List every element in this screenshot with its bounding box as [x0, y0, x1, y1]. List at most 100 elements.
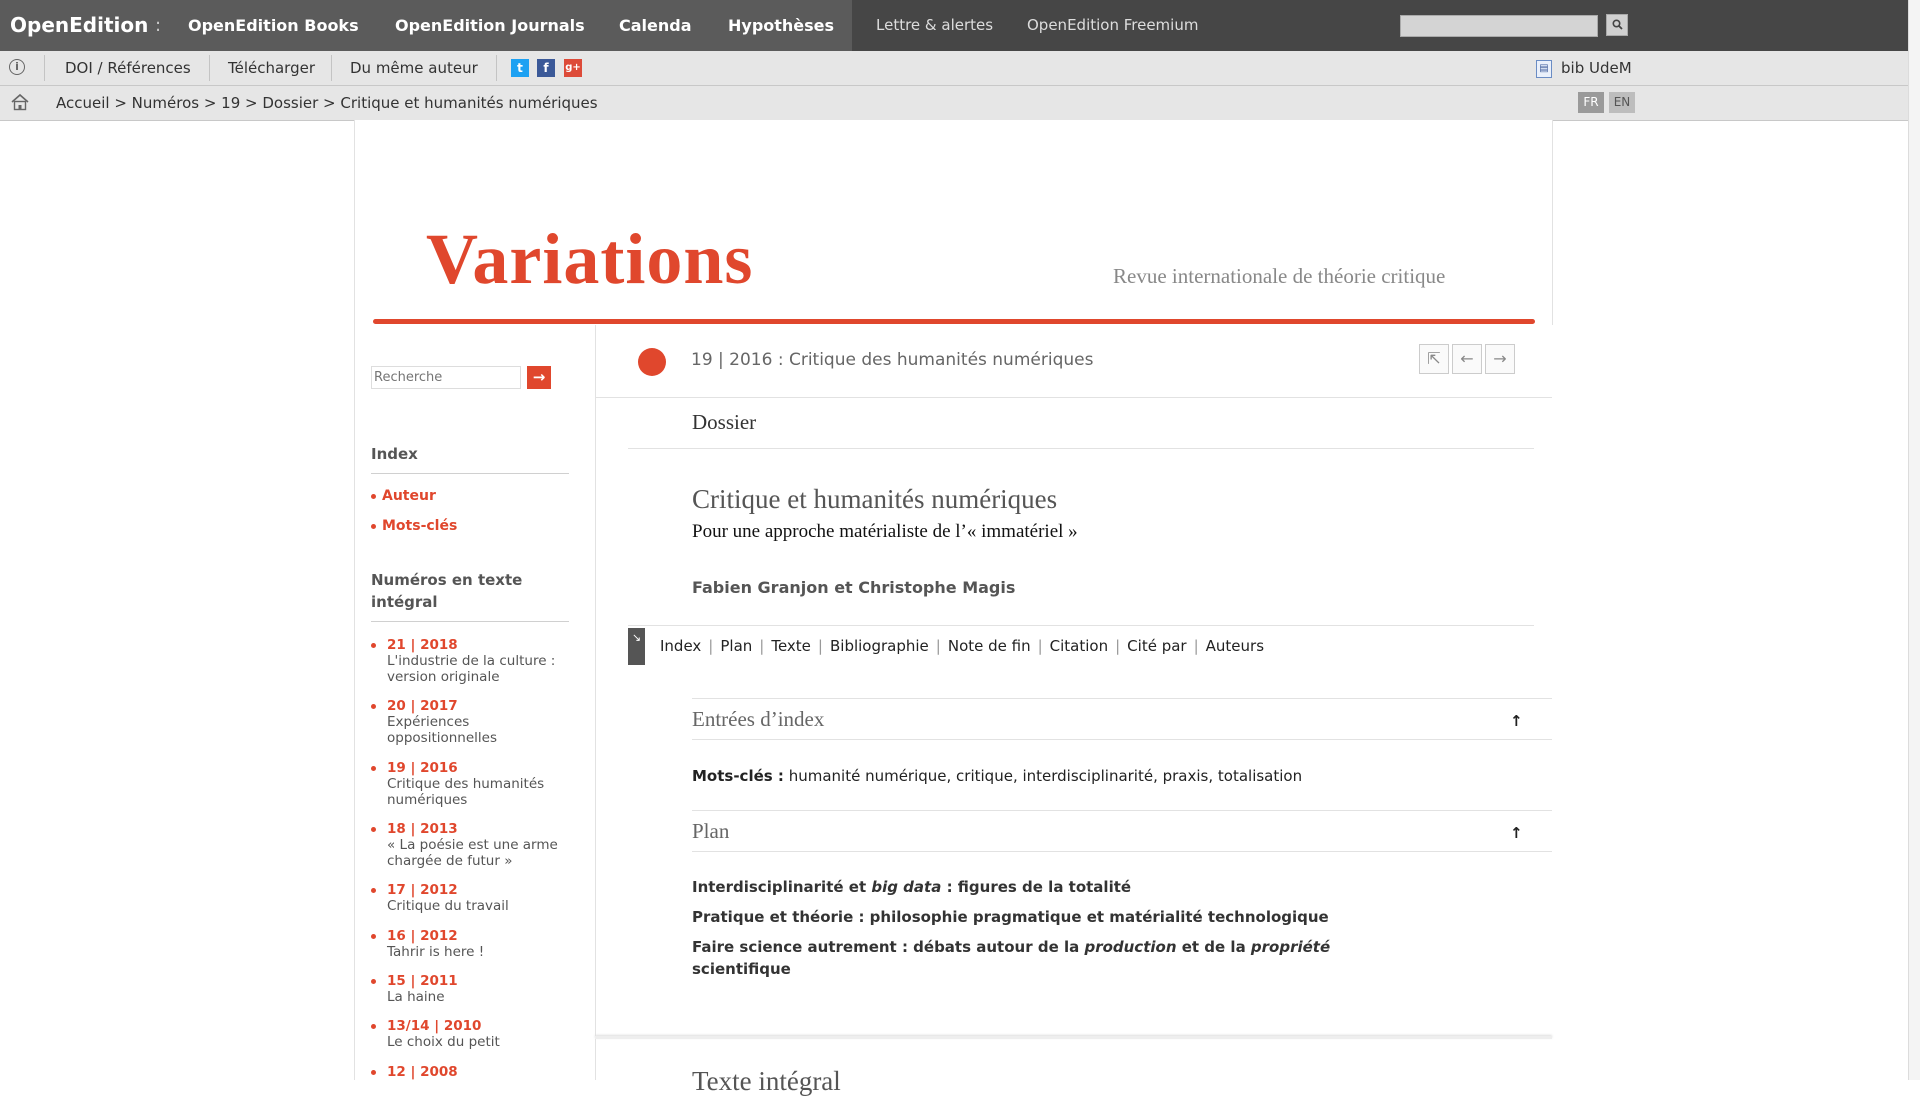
- next-article-button[interactable]: →: [1485, 344, 1515, 374]
- bullet-icon: [371, 1070, 376, 1075]
- journal-search-input[interactable]: [371, 366, 521, 389]
- brand-separator: :: [155, 15, 162, 36]
- bullet-icon: [371, 493, 376, 499]
- toc-index[interactable]: Index: [660, 637, 701, 655]
- lang-en-button[interactable]: EN: [1609, 92, 1635, 113]
- openedition-logo[interactable]: OpenEdition: [10, 0, 148, 51]
- toc-note-de-fin[interactable]: Note de fin: [948, 637, 1031, 655]
- divider: [595, 397, 1552, 398]
- divider: [628, 625, 1534, 626]
- section-label[interactable]: Dossier: [692, 410, 756, 435]
- bullet-icon: [371, 643, 376, 648]
- breadcrumb-bar: Accueil > Numéros > 19 > Dossier > Criti…: [0, 86, 1908, 121]
- scrollbar[interactable]: [1908, 0, 1920, 1080]
- divider: [331, 55, 332, 81]
- twitter-icon[interactable]: t: [511, 59, 529, 77]
- search-submit-button[interactable]: →: [527, 366, 551, 389]
- article-subtitle: Pour une approche matérialiste de l’« im…: [692, 521, 1078, 542]
- issue-link-17[interactable]: 17 | 2012 Critique du travail: [371, 882, 569, 914]
- facebook-icon[interactable]: f: [537, 59, 555, 77]
- keywords-line: Mots-clés : humanité numérique, critique…: [692, 767, 1302, 785]
- toc-auteurs[interactable]: Auteurs: [1206, 637, 1264, 655]
- issue-link-12[interactable]: 12 | 2008: [371, 1064, 569, 1080]
- issue-link-19[interactable]: 19 | 2016 Critique des humanités numériq…: [371, 760, 569, 808]
- issue-link-20[interactable]: 20 | 2017 Expériences oppositionnelles: [371, 698, 569, 746]
- plan-heading: Plan: [692, 819, 730, 843]
- bullet-icon: [371, 827, 376, 832]
- keywords-list[interactable]: humanité numérique, critique, interdisci…: [789, 767, 1302, 785]
- divider: [692, 851, 1552, 852]
- toc-toggle-button[interactable]: ↘: [628, 628, 645, 665]
- toc-plan[interactable]: Plan: [720, 637, 752, 655]
- toc-texte[interactable]: Texte: [771, 637, 811, 655]
- issue-title[interactable]: 19 | 2016 : Critique des humanités numér…: [691, 350, 1093, 370]
- bullet-icon: [371, 979, 376, 984]
- topbar-secondary-area: [852, 0, 1908, 51]
- previous-article-button[interactable]: ←: [1452, 344, 1482, 374]
- bullet-icon: [371, 523, 376, 529]
- search-button[interactable]: [1606, 14, 1628, 36]
- index-link-mots-cles[interactable]: Mots-clés: [371, 518, 457, 534]
- collapse-arrow-icon[interactable]: ↑: [1510, 712, 1523, 730]
- index-entries-heading: Entrées d’index: [692, 707, 825, 731]
- back-to-issue-button[interactable]: ⇱: [1419, 344, 1449, 374]
- issue-link-16[interactable]: 16 | 2012 Tahrir is here !: [371, 928, 569, 960]
- magnifier-icon: [1611, 19, 1623, 30]
- nav-hypotheses[interactable]: Hypothèses: [728, 0, 834, 51]
- divider: [692, 698, 1552, 699]
- section-separator: [595, 1036, 1552, 1039]
- collapse-arrow-icon[interactable]: ↑: [1510, 824, 1523, 842]
- divider: [496, 55, 497, 81]
- nav-openedition-books[interactable]: OpenEdition Books: [188, 0, 359, 51]
- googleplus-icon[interactable]: g+: [564, 59, 582, 77]
- download-button[interactable]: Télécharger: [228, 51, 315, 85]
- issue-link-18[interactable]: 18 | 2013 « La poésie est une arme charg…: [371, 821, 569, 869]
- header-divider: [373, 319, 1535, 324]
- divider: [692, 739, 1552, 740]
- bullet-icon: [371, 1024, 376, 1029]
- article-toc-bar: Index | Plan | Texte | Bibliographie | Note de f…: [660, 637, 1265, 655]
- toc-citation[interactable]: Citation: [1050, 637, 1108, 655]
- issue-link-21[interactable]: 21 | 2018 L'industrie de la culture : ve…: [371, 637, 569, 685]
- institution-icon: ▤: [1536, 60, 1552, 78]
- link-lettre-alertes[interactable]: Lettre & alertes: [876, 0, 993, 51]
- same-author-button[interactable]: Du même auteur: [350, 51, 478, 85]
- nav-calenda[interactable]: Calenda: [619, 0, 692, 51]
- divider: [692, 810, 1552, 811]
- bullet-icon: [371, 934, 376, 939]
- lang-fr-button[interactable]: FR: [1578, 92, 1604, 113]
- full-text-heading: Texte intégral: [692, 1066, 841, 1096]
- issues-heading: Numéros en texte intégral: [371, 569, 569, 622]
- bullet-icon: [371, 704, 376, 709]
- bullet-icon: [371, 888, 376, 893]
- toc-bibliographie[interactable]: Bibliographie: [830, 637, 929, 655]
- institution-name: bib UdeM: [1561, 59, 1632, 77]
- divider: [44, 55, 45, 81]
- home-icon[interactable]: [10, 93, 30, 111]
- top-navigation-bar: OpenEdition : OpenEdition Books OpenEdit…: [0, 0, 1908, 51]
- breadcrumb[interactable]: Accueil > Numéros > 19 > Dossier > Criti…: [56, 86, 598, 120]
- plan-item-2[interactable]: Pratique et théorie : philosophie pragma…: [692, 906, 1329, 928]
- issue-link-13-14[interactable]: 13/14 | 2010 Le choix du petit: [371, 1018, 569, 1050]
- plan-item-1[interactable]: Interdisciplinarité et big data : figure…: [692, 876, 1131, 898]
- bullet-icon: [371, 766, 376, 771]
- divider: [209, 55, 210, 81]
- article-title: Critique et humanités numériques: [692, 484, 1058, 514]
- article-toolbar: i DOI / Références Télécharger Du même a…: [0, 51, 1908, 86]
- journal-logo[interactable]: Variations: [426, 218, 753, 301]
- global-search-input[interactable]: [1400, 15, 1598, 37]
- toc-cite-par[interactable]: Cité par: [1127, 637, 1186, 655]
- doi-references-button[interactable]: DOI / Références: [65, 51, 191, 85]
- journal-tagline: Revue internationale de théorie critique: [1113, 264, 1446, 288]
- keywords-label: Mots-clés :: [692, 767, 784, 785]
- plan-item-3[interactable]: Faire science autrement : débats autour …: [692, 936, 1342, 980]
- nav-openedition-journals[interactable]: OpenEdition Journals: [395, 0, 585, 51]
- issue-marker-icon: [638, 348, 666, 376]
- info-icon[interactable]: i: [9, 59, 25, 75]
- index-heading: Index: [371, 443, 569, 474]
- link-openedition-freemium[interactable]: OpenEdition Freemium: [1027, 0, 1198, 51]
- issue-link-15[interactable]: 15 | 2011 La haine: [371, 973, 569, 1005]
- index-link-auteur[interactable]: Auteur: [371, 488, 436, 504]
- divider: [628, 448, 1534, 449]
- article-authors[interactable]: Fabien Granjon et Christophe Magis: [692, 578, 1015, 597]
